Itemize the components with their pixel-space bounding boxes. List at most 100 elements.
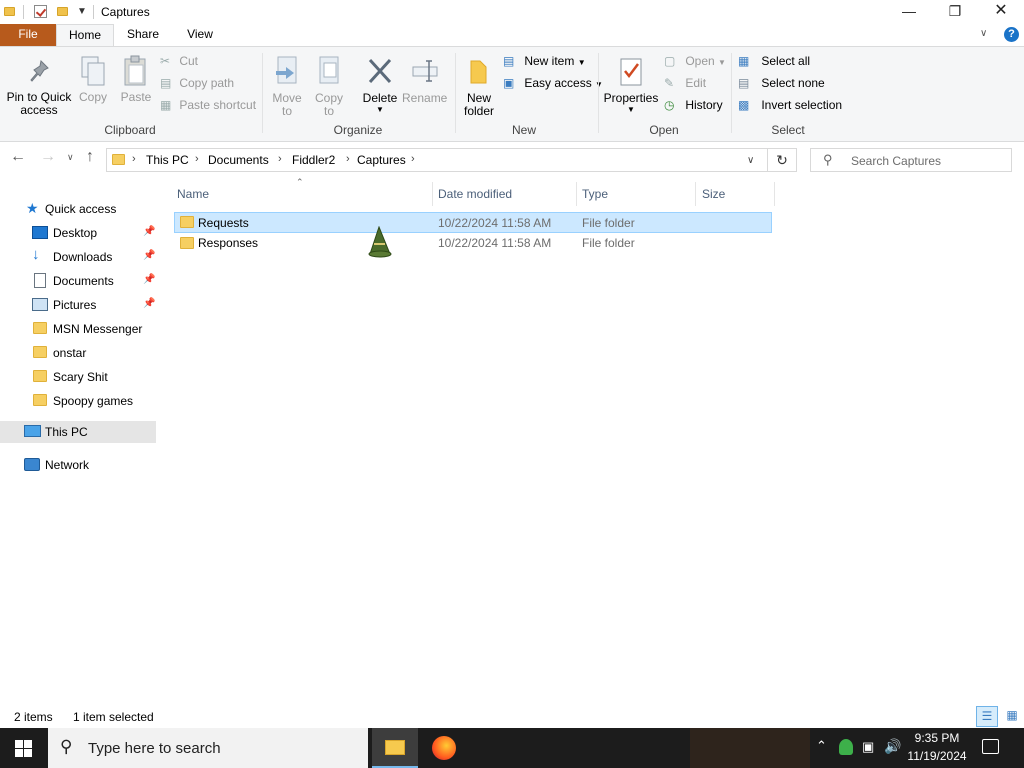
breadcrumb-chevron-icon[interactable]: › bbox=[278, 153, 282, 165]
column-header-date-modified[interactable]: Date modified bbox=[438, 187, 512, 201]
breadcrumb-chevron-icon[interactable]: › bbox=[195, 153, 199, 165]
taskbar-file-explorer[interactable] bbox=[372, 728, 418, 768]
pin-to-quick-access-button[interactable]: Pin to Quick access bbox=[4, 59, 74, 119]
minimize-button[interactable]: — bbox=[886, 0, 932, 24]
pinned-icon: 📌 bbox=[143, 274, 156, 285]
ribbon-separator bbox=[455, 53, 456, 133]
help-icon[interactable]: ? bbox=[1004, 27, 1019, 42]
edit-button[interactable]: ✎ Edit bbox=[664, 74, 706, 94]
copy-to-button[interactable]: Copy to bbox=[312, 55, 346, 118]
back-arrow-icon[interactable]: ← bbox=[10, 148, 26, 166]
invert-selection-button[interactable]: ▩ Invert selection bbox=[738, 96, 842, 116]
address-dropdown-chevron-icon[interactable]: ∨ bbox=[747, 155, 754, 166]
column-divider[interactable] bbox=[774, 182, 775, 206]
open-button[interactable]: ▢ Open ▼ bbox=[664, 52, 726, 72]
restore-button[interactable]: ❐ bbox=[932, 0, 978, 24]
breadcrumb-chevron-icon[interactable]: › bbox=[411, 153, 415, 165]
sidebar-item-quick-access[interactable]: ★ Quick access bbox=[0, 198, 156, 220]
column-divider[interactable] bbox=[695, 182, 696, 206]
select-all-button[interactable]: ▦ Select all bbox=[738, 52, 810, 72]
new-folder-button[interactable]: New folder bbox=[460, 55, 498, 118]
crumb-fiddler2[interactable]: Fiddler2 bbox=[292, 153, 335, 167]
search-input[interactable]: ⚲ Search Captures bbox=[810, 148, 1012, 172]
copy-button[interactable]: Copy bbox=[77, 55, 109, 115]
refresh-button[interactable]: ↻ bbox=[768, 148, 797, 172]
sidebar-item-spoopy-games[interactable]: Spoopy games bbox=[0, 390, 156, 412]
table-row[interactable]: Responses 10/22/2024 11:58 AM File folde… bbox=[174, 233, 772, 254]
expand-ribbon-chevron-icon[interactable]: ∨ bbox=[980, 28, 987, 39]
table-row[interactable]: Requests 10/22/2024 11:58 AM File folder bbox=[174, 212, 772, 233]
file-date: 10/22/2024 11:58 AM bbox=[438, 236, 552, 250]
crumb-documents[interactable]: Documents bbox=[208, 153, 269, 167]
delete-button[interactable]: Delete ▼ bbox=[358, 55, 402, 117]
column-header-name[interactable]: Name bbox=[177, 187, 209, 201]
network-tray-icon[interactable]: ▣ bbox=[862, 739, 874, 755]
rename-button[interactable]: Rename bbox=[402, 55, 447, 117]
clock-time[interactable]: 9:35 PM bbox=[906, 731, 968, 745]
properties-quick-icon[interactable] bbox=[34, 5, 47, 18]
sidebar-item-label: Downloads bbox=[53, 250, 113, 264]
large-icons-view-icon[interactable]: ▦ bbox=[1001, 706, 1023, 727]
details-view-icon[interactable]: ☰ bbox=[976, 706, 998, 727]
sidebar-item-downloads[interactable]: ↓ Downloads 📌 bbox=[0, 246, 156, 268]
history-button[interactable]: ◷ History bbox=[664, 96, 723, 116]
recent-locations-chevron-icon[interactable]: ∨ bbox=[67, 152, 74, 163]
crumb-this-pc[interactable]: This PC bbox=[146, 153, 189, 167]
select-none-button[interactable]: ▤ Select none bbox=[738, 74, 825, 94]
copy-path-button[interactable]: ▤ Copy path bbox=[160, 74, 234, 94]
new-folder-icon bbox=[470, 60, 487, 84]
ribbon-separator bbox=[598, 53, 599, 133]
star-icon: ★ bbox=[26, 200, 39, 216]
clipboard-group-label: Clipboard bbox=[104, 123, 156, 137]
file-name: Responses bbox=[198, 236, 259, 250]
customize-quick-access-chevron-icon[interactable]: ▼ bbox=[77, 6, 87, 17]
breadcrumb-chevron-icon[interactable]: › bbox=[346, 153, 350, 165]
sidebar-item-this-pc[interactable]: This PC bbox=[0, 421, 156, 443]
new-item-button[interactable]: ▤ New item ▼ bbox=[503, 52, 586, 72]
up-arrow-icon[interactable]: ↑ bbox=[86, 148, 94, 166]
sidebar-item-desktop[interactable]: Desktop 📌 bbox=[0, 222, 156, 244]
taskbar-firefox[interactable] bbox=[424, 728, 464, 768]
tab-home[interactable]: Home bbox=[56, 24, 114, 46]
file-explorer-icon bbox=[385, 740, 405, 755]
tab-file[interactable]: File bbox=[0, 24, 56, 46]
column-header-type[interactable]: Type bbox=[582, 187, 608, 201]
column-divider[interactable] bbox=[432, 182, 433, 206]
copy-icon bbox=[81, 56, 105, 86]
new-folder-quick-icon[interactable] bbox=[57, 7, 68, 16]
sidebar-item-onstar[interactable]: onstar bbox=[0, 342, 156, 364]
tab-share[interactable]: Share bbox=[114, 24, 172, 46]
properties-dropdown-icon[interactable]: ▼ bbox=[603, 103, 659, 116]
show-hidden-icons-chevron-icon[interactable]: ⌃ bbox=[816, 738, 827, 754]
taskbar-search-input[interactable]: ⚲ Type here to search bbox=[48, 728, 368, 768]
documents-icon bbox=[34, 273, 46, 288]
column-divider[interactable] bbox=[576, 182, 577, 206]
notifications-icon[interactable] bbox=[982, 739, 999, 754]
properties-icon bbox=[620, 58, 642, 86]
move-to-button[interactable]: Move to bbox=[270, 55, 304, 118]
address-bar[interactable]: › This PC › Documents › Fiddler2 › Captu… bbox=[106, 148, 768, 172]
paste-shortcut-button[interactable]: ▦ Paste shortcut bbox=[160, 96, 256, 116]
sidebar-item-pictures[interactable]: Pictures 📌 bbox=[0, 294, 156, 316]
cut-button[interactable]: ✂ Cut bbox=[160, 52, 198, 72]
start-button[interactable] bbox=[0, 728, 48, 768]
sidebar-item-documents[interactable]: Documents 📌 bbox=[0, 270, 156, 292]
column-header-size[interactable]: Size bbox=[702, 187, 725, 201]
folder-icon bbox=[33, 346, 47, 358]
sidebar-item-scary-shit[interactable]: Scary Shit bbox=[0, 366, 156, 388]
sidebar-item-label: Scary Shit bbox=[53, 370, 108, 384]
messenger-tray-icon[interactable] bbox=[839, 739, 853, 755]
delete-dropdown-icon[interactable]: ▼ bbox=[358, 103, 402, 116]
volume-icon[interactable]: 🔊 bbox=[884, 738, 901, 755]
clock-date[interactable]: 11/19/2024 bbox=[906, 749, 968, 763]
paste-button[interactable]: Paste bbox=[118, 55, 154, 115]
forward-arrow-icon[interactable]: → bbox=[40, 148, 56, 166]
tab-view[interactable]: View bbox=[172, 24, 228, 46]
sidebar-item-msn-messenger[interactable]: MSN Messenger bbox=[0, 318, 156, 340]
close-button[interactable]: ✕ bbox=[978, 0, 1024, 24]
properties-button[interactable]: Properties ▼ bbox=[603, 55, 659, 117]
crumb-captures[interactable]: Captures bbox=[357, 153, 406, 167]
breadcrumb-chevron-icon[interactable]: › bbox=[132, 153, 136, 165]
sidebar-item-network[interactable]: Network bbox=[0, 454, 156, 476]
easy-access-button[interactable]: ▣ Easy access ▼ bbox=[503, 74, 603, 94]
